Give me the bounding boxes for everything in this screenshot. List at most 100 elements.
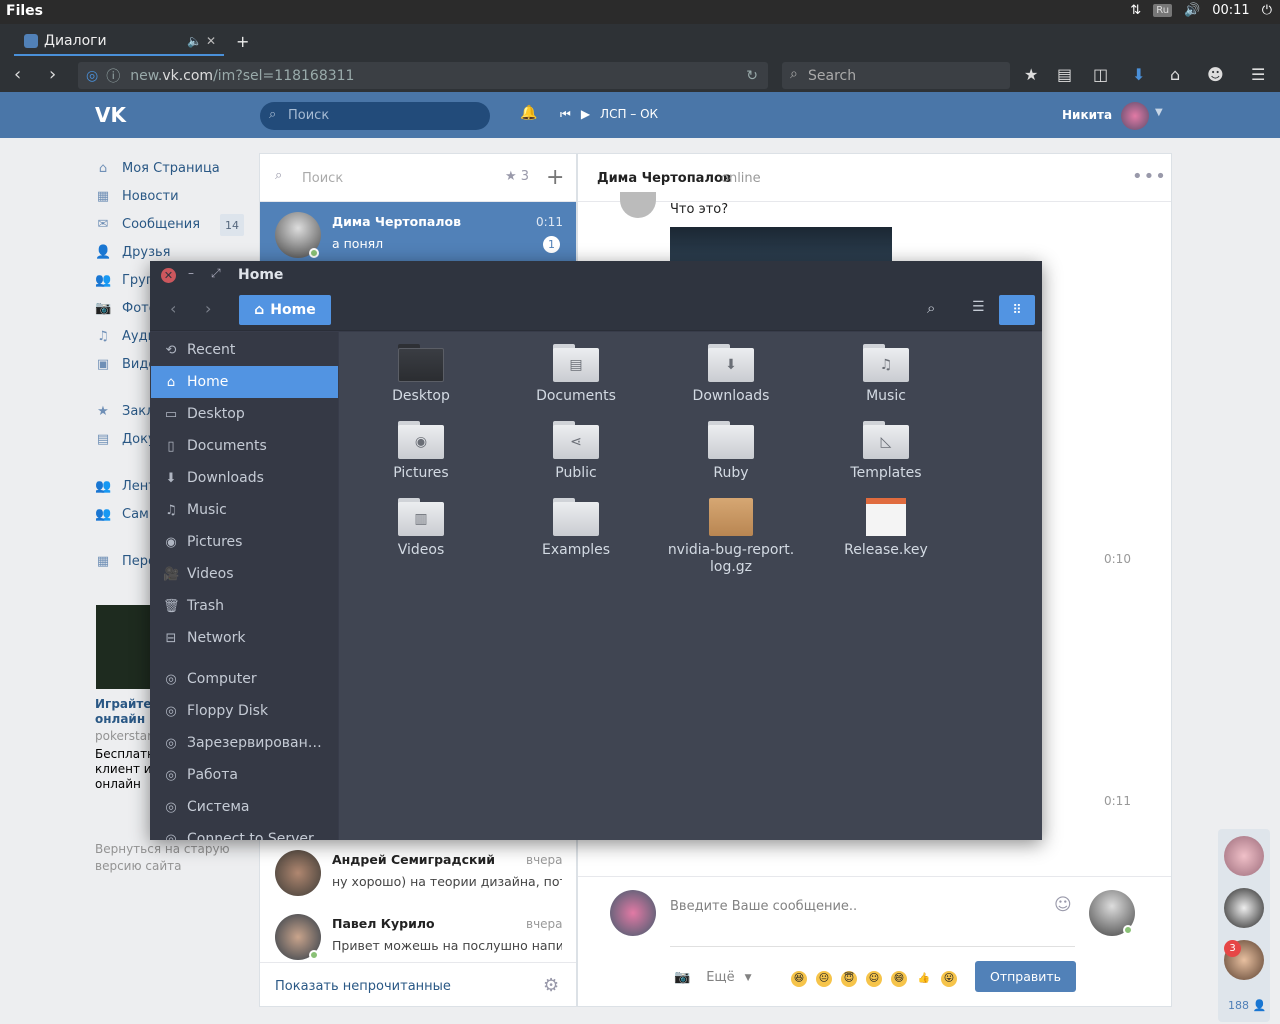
emoji-addon-icon[interactable]: ☻ xyxy=(1207,65,1224,84)
file-item[interactable]: Desktop xyxy=(351,344,491,405)
keyboard-layout[interactable]: Ru xyxy=(1153,4,1173,17)
power-icon[interactable]: ⏻ xyxy=(1262,3,1272,18)
file-item[interactable]: nvidia-bug-report. log.gz xyxy=(661,498,801,576)
emoji-icon[interactable]: 😐 xyxy=(816,971,832,987)
vk-search-input[interactable]: ⌕ Поиск xyxy=(260,102,490,130)
speaker-icon[interactable]: 🔈 ✕ xyxy=(187,34,216,48)
bell-icon[interactable]: 🔔 xyxy=(520,105,537,121)
dialogs-search[interactable]: ⌕ Поиск ★ 3 + xyxy=(260,154,576,202)
thumbs-up-icon[interactable]: 👍 xyxy=(916,971,932,987)
file-item[interactable]: ▥ Videos xyxy=(351,498,491,559)
emoji-icon[interactable]: 😆 xyxy=(791,971,807,987)
sidebar-item-downloads[interactable]: ⬇ Downloads xyxy=(151,462,338,494)
sidebar-item-home[interactable]: ⌂ Home xyxy=(151,366,338,398)
track-title[interactable]: ЛСП – ОК xyxy=(600,107,658,122)
forward-icon[interactable]: › xyxy=(205,299,211,318)
close-icon[interactable]: ✕ xyxy=(161,268,176,283)
reload-icon[interactable]: ↻ xyxy=(746,68,758,84)
sidebar-item-computer[interactable]: ◎ Computer xyxy=(151,663,338,695)
sidebar-item-desktop[interactable]: ▭ Desktop xyxy=(151,398,338,430)
download-icon[interactable]: ⬇ xyxy=(1132,65,1145,84)
attach-menu[interactable]: 📷 Ещё ▼ xyxy=(674,970,752,985)
dialog-row[interactable]: Дима Чертопалов 0:11 а понял 1 xyxy=(260,202,576,266)
avatar[interactable] xyxy=(1224,888,1264,928)
menu-item[interactable]: 👤 Друзья xyxy=(95,241,171,263)
sidebar-item-network[interactable]: ⊟ Network xyxy=(151,622,338,654)
file-item[interactable]: Ruby xyxy=(661,421,801,482)
sidebar-item-floppy-disk[interactable]: ◎ Floppy Disk xyxy=(151,695,338,727)
url-bar[interactable]: ◎ ⓘ new. vk.com/im?sel=118168311 ↻ xyxy=(78,62,768,89)
forward-icon[interactable]: › xyxy=(49,64,56,85)
sidebar-item-documents[interactable]: ▯ Documents xyxy=(151,430,338,462)
chevron-down-icon[interactable]: ▼ xyxy=(1155,107,1163,118)
user-name[interactable]: Никита xyxy=(1062,108,1112,122)
clock[interactable]: 00:11 xyxy=(1212,3,1249,18)
gear-icon[interactable]: ⚙ xyxy=(543,975,559,996)
emoji-icon[interactable]: ☺ xyxy=(866,971,882,987)
chat-name[interactable]: Дима Чертопалов xyxy=(597,171,731,186)
message-image[interactable] xyxy=(670,227,892,261)
new-tab-button[interactable]: + xyxy=(236,32,249,51)
site-identity-icon[interactable]: ◎ xyxy=(86,68,98,84)
more-label[interactable]: Ещё xyxy=(706,970,734,985)
minimize-icon[interactable]: – xyxy=(188,266,194,280)
menu-icon[interactable]: ☰ xyxy=(1251,65,1265,84)
back-icon[interactable]: ‹ xyxy=(170,299,176,318)
browser-tab[interactable]: Диалоги 🔈 ✕ xyxy=(14,28,224,56)
online-count[interactable]: 188 👤 xyxy=(1228,999,1266,1012)
back-icon[interactable]: ‹ xyxy=(14,64,21,85)
info-icon[interactable]: ⓘ xyxy=(106,66,120,86)
vk-logo[interactable]: VK xyxy=(95,103,126,127)
file-item[interactable]: Release.key xyxy=(816,498,956,559)
ad-image[interactable] xyxy=(96,605,152,689)
file-item[interactable]: ⋖ Public xyxy=(506,421,646,482)
ad-title[interactable]: Играйте онлайн xyxy=(95,697,155,727)
sidebar-item-работа[interactable]: ◎ Работа xyxy=(151,759,338,791)
dialog-row[interactable]: Павел Курило вчера Привет можешь на посл… xyxy=(260,904,576,968)
message-input[interactable]: Введите Ваше сообщение.. ☺ xyxy=(670,895,1075,947)
sidebar-item-pictures[interactable]: ◉ Pictures xyxy=(151,526,338,558)
sidebar-item-trash[interactable]: 🗑 Trash xyxy=(151,590,338,622)
avatar[interactable] xyxy=(1121,102,1149,130)
menu-item[interactable]: ✉ Сообщения xyxy=(95,213,200,235)
smile-icon[interactable]: ☺ xyxy=(1054,895,1072,915)
dialog-row[interactable]: Андрей Семиградский вчера ну хорошо) на … xyxy=(260,840,576,904)
new-dialog-button[interactable]: + xyxy=(546,165,564,190)
file-item[interactable]: ▤ Documents xyxy=(506,344,646,405)
more-actions-icon[interactable]: ••• xyxy=(1132,166,1167,187)
camera-icon[interactable]: 📷 xyxy=(674,970,690,985)
send-button[interactable]: Отправить xyxy=(975,961,1076,992)
path-home-button[interactable]: ⌂ Home xyxy=(239,295,331,325)
emoji-icon[interactable]: 😇 xyxy=(841,971,857,987)
sidebar-item-recent[interactable]: ⟲ Recent xyxy=(151,334,338,366)
network-icon[interactable]: ⇅ xyxy=(1130,3,1141,18)
files-titlebar[interactable]: ✕ – ⤢ Home xyxy=(150,261,1042,291)
home-icon[interactable]: ⌂ xyxy=(1170,65,1180,84)
emoji-icon[interactable]: 😛 xyxy=(941,971,957,987)
old-site-link[interactable]: Вернуться на старую версию сайта xyxy=(95,841,235,875)
file-item[interactable]: ◺ Templates xyxy=(816,421,956,482)
file-item[interactable]: ♫ Music xyxy=(816,344,956,405)
prev-track-icon[interactable]: ⏮ xyxy=(560,107,571,122)
avatar[interactable] xyxy=(1224,836,1264,876)
reading-list-icon[interactable]: ▤ xyxy=(1057,65,1072,84)
menu-item[interactable]: 👥 Сами xyxy=(95,503,157,525)
bookmark-star-icon[interactable]: ★ xyxy=(1024,65,1038,84)
maximize-icon[interactable]: ⤢ xyxy=(211,266,221,281)
menu-item[interactable]: ⌂ Моя Страница xyxy=(95,157,220,179)
menu-item[interactable]: ▦ Новости xyxy=(95,185,179,207)
sidebar-item-зарезервирован-[interactable]: ◎ Зарезервирован… xyxy=(151,727,338,759)
file-item[interactable]: ⬇ Downloads xyxy=(661,344,801,405)
pocket-icon[interactable]: ◫ xyxy=(1093,65,1108,84)
volume-icon[interactable]: 🔊 xyxy=(1184,3,1200,18)
search-bar[interactable]: ⌕ Search xyxy=(782,62,1010,89)
list-view-icon[interactable]: ☰ xyxy=(972,299,985,315)
search-icon[interactable]: ⌕ xyxy=(927,299,935,317)
play-icon[interactable]: ▶ xyxy=(581,107,590,122)
sidebar-item-система[interactable]: ◎ Система xyxy=(151,791,338,823)
sidebar-item-videos[interactable]: 🎥 Videos xyxy=(151,558,338,590)
file-item[interactable]: Examples xyxy=(506,498,646,559)
file-item[interactable]: ◉ Pictures xyxy=(351,421,491,482)
sidebar-item-music[interactable]: ♫ Music xyxy=(151,494,338,526)
show-unread-link[interactable]: Показать непрочитанные xyxy=(275,979,451,994)
